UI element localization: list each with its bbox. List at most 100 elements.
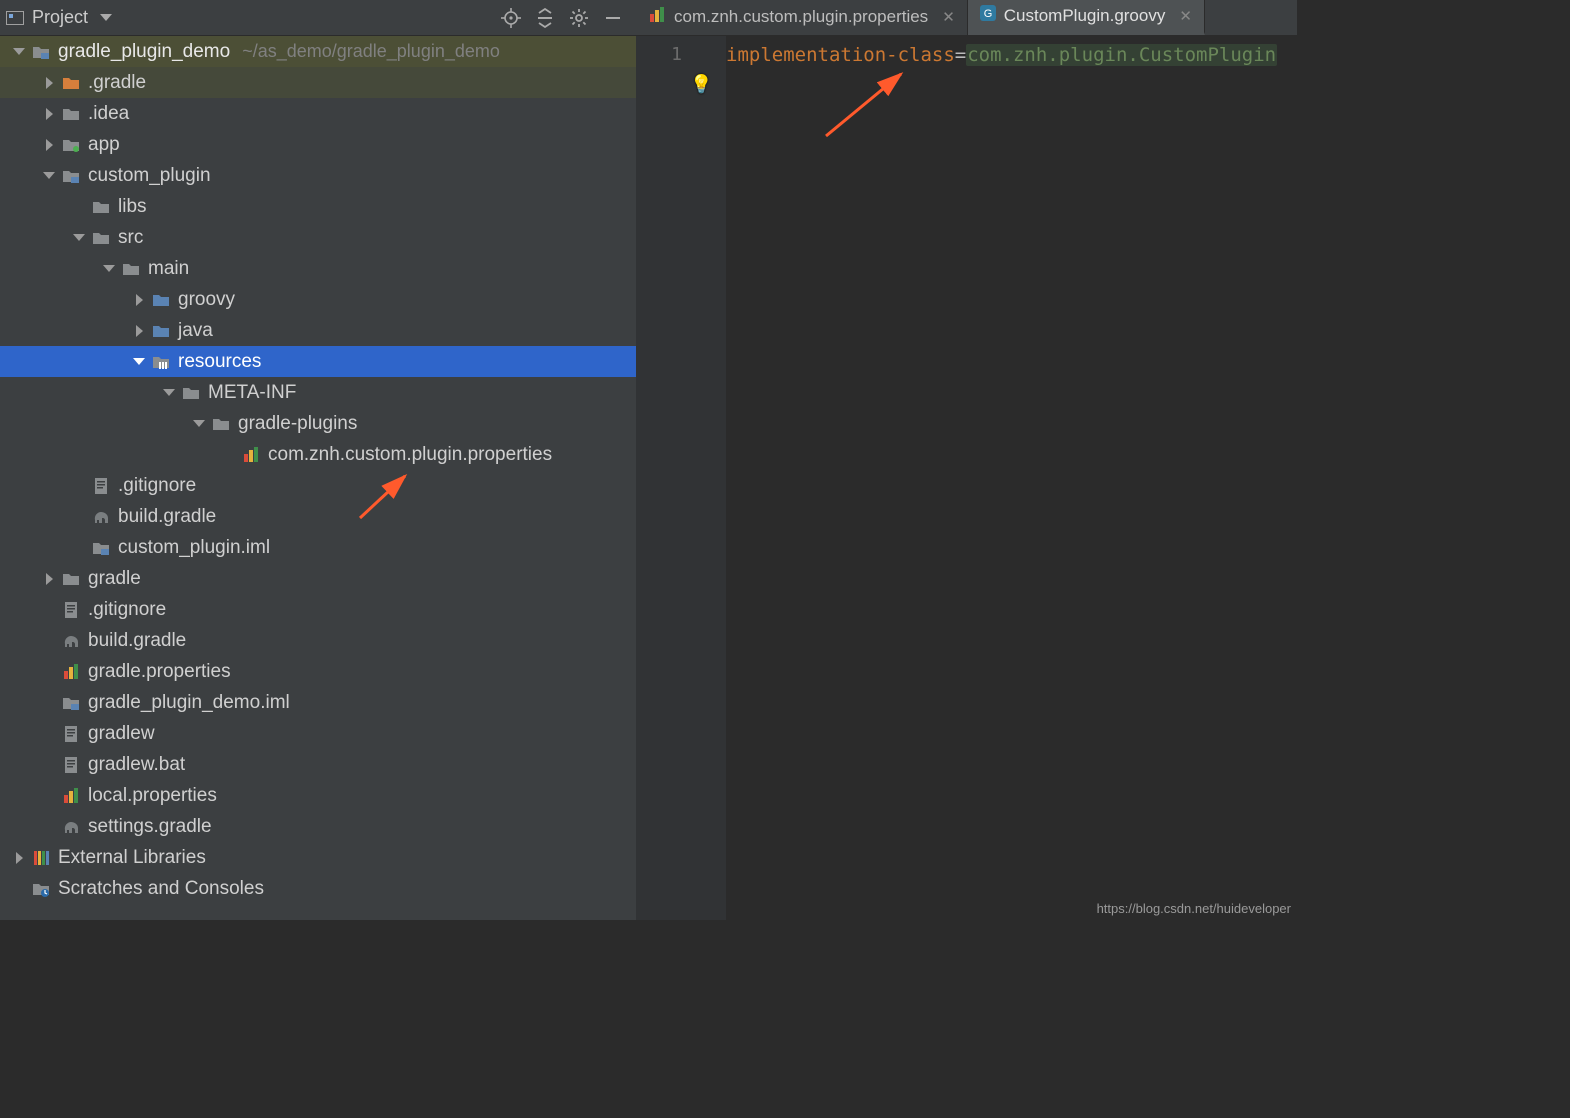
tree-node[interactable]: .gitignore (0, 594, 636, 625)
expand-toggle[interactable] (132, 355, 146, 369)
expand-toggle[interactable] (132, 293, 146, 307)
svg-text:G: G (983, 8, 992, 20)
chevron-down-icon (133, 358, 145, 365)
expand-toggle[interactable] (132, 324, 146, 338)
tree-node[interactable]: gradle-plugins (0, 408, 636, 439)
tree-node[interactable]: Scratches and Consoles (0, 873, 636, 904)
tree-node[interactable]: com.znh.custom.plugin.properties (0, 439, 636, 470)
tree-node-label: build.gradle (88, 630, 186, 652)
scratch-icon (32, 880, 50, 898)
tree-node[interactable]: resources (0, 346, 636, 377)
chevron-right-icon (16, 852, 23, 864)
tree-node-label: main (148, 258, 189, 280)
project-tool-window: Project (0, 0, 636, 920)
txt-icon (62, 725, 80, 743)
collapse-all-button[interactable] (528, 1, 562, 35)
resources-icon (152, 353, 170, 371)
tree-node-label: gradlew.bat (88, 754, 185, 776)
tree-node[interactable]: gradle_plugin_demo.iml (0, 687, 636, 718)
expand-toggle[interactable] (12, 851, 26, 865)
tree-node[interactable]: main (0, 253, 636, 284)
tree-node[interactable]: .gradle (0, 67, 636, 98)
chevron-down-icon (193, 420, 205, 427)
tree-node-label: libs (118, 196, 147, 218)
locate-button[interactable] (494, 1, 528, 35)
chevron-right-icon (136, 294, 143, 306)
settings-button[interactable] (562, 1, 596, 35)
code-key: implementation-class (726, 44, 955, 66)
expand-toggle[interactable] (162, 386, 176, 400)
tree-node[interactable]: libs (0, 191, 636, 222)
expand-toggle[interactable] (192, 417, 206, 431)
expand-toggle (42, 789, 56, 803)
hide-button[interactable] (596, 1, 630, 35)
tree-node-label: src (118, 227, 143, 249)
expand-toggle[interactable] (42, 107, 56, 121)
chevron-down-icon (100, 14, 112, 21)
module-icon (62, 167, 80, 185)
project-tree[interactable]: gradle_plugin_demo~/as_demo/gradle_plugi… (0, 36, 636, 920)
folder-icon (212, 415, 230, 433)
expand-toggle (42, 603, 56, 617)
tree-node[interactable]: groovy (0, 284, 636, 315)
close-icon[interactable]: ✕ (1179, 7, 1192, 25)
editor-tab[interactable]: com.znh.custom.plugin.properties✕ (636, 0, 968, 35)
close-icon[interactable]: ✕ (942, 8, 955, 26)
chevron-down-icon (73, 234, 85, 241)
tree-node-label: settings.gradle (88, 816, 212, 838)
tree-node[interactable]: gradlew.bat (0, 749, 636, 780)
folder-icon (62, 105, 80, 123)
tree-node[interactable]: build.gradle (0, 501, 636, 532)
tree-node-label: META-INF (208, 382, 296, 404)
bars-icon (648, 6, 666, 29)
tree-node[interactable]: src (0, 222, 636, 253)
expand-toggle[interactable] (72, 231, 86, 245)
tree-node[interactable]: settings.gradle (0, 811, 636, 842)
intention-bulb-icon[interactable]: 💡 (690, 74, 712, 95)
tree-node[interactable]: .idea (0, 98, 636, 129)
code-area[interactable]: implementation-class=com.znh.plugin.Cust… (726, 36, 1297, 920)
expand-toggle[interactable] (12, 45, 26, 59)
tree-node-label: gradlew (88, 723, 155, 745)
tree-node[interactable]: build.gradle (0, 625, 636, 656)
tree-node[interactable]: .gitignore (0, 470, 636, 501)
txt-icon (62, 756, 80, 774)
expand-toggle[interactable] (42, 76, 56, 90)
tree-node[interactable]: External Libraries (0, 842, 636, 873)
watermark: https://blog.csdn.net/huideveloper (1097, 901, 1291, 916)
tree-node[interactable]: META-INF (0, 377, 636, 408)
tree-node[interactable]: gradle (0, 563, 636, 594)
tree-node-label: gradle_plugin_demo (58, 41, 230, 63)
expand-toggle[interactable] (42, 138, 56, 152)
editor-tab-bar: com.znh.custom.plugin.properties✕ G Custom… (636, 0, 1297, 36)
expand-toggle[interactable] (42, 169, 56, 183)
tree-node[interactable]: gradle.properties (0, 656, 636, 687)
code-eq: = (955, 44, 966, 66)
folder-icon (182, 384, 200, 402)
tree-node[interactable]: local.properties (0, 780, 636, 811)
tree-node-label: Scratches and Consoles (58, 878, 264, 900)
tree-node[interactable]: app (0, 129, 636, 160)
tree-node[interactable]: gradlew (0, 718, 636, 749)
bars-icon (62, 787, 80, 805)
elephant-icon (62, 818, 80, 836)
expand-toggle (72, 510, 86, 524)
folder-icon (92, 198, 110, 216)
lib-icon (32, 849, 50, 867)
target-icon (501, 8, 521, 28)
expand-toggle[interactable] (102, 262, 116, 276)
editor-tab[interactable]: G CustomPlugin.groovy ✕ (968, 0, 1205, 35)
project-view-selector[interactable]: Project (6, 7, 112, 28)
tree-node-label: gradle-plugins (238, 413, 357, 435)
tree-node[interactable]: custom_plugin (0, 160, 636, 191)
tab-label: CustomPlugin.groovy (1004, 6, 1166, 26)
tree-node[interactable]: java (0, 315, 636, 346)
tree-node-label: .gitignore (88, 599, 166, 621)
line-number: 1 (636, 44, 682, 65)
expand-toggle (42, 665, 56, 679)
chevron-right-icon (46, 108, 53, 120)
tree-node[interactable]: custom_plugin.iml (0, 532, 636, 563)
tree-node[interactable]: gradle_plugin_demo~/as_demo/gradle_plugi… (0, 36, 636, 67)
module-dot-icon (62, 136, 80, 154)
expand-toggle[interactable] (42, 572, 56, 586)
